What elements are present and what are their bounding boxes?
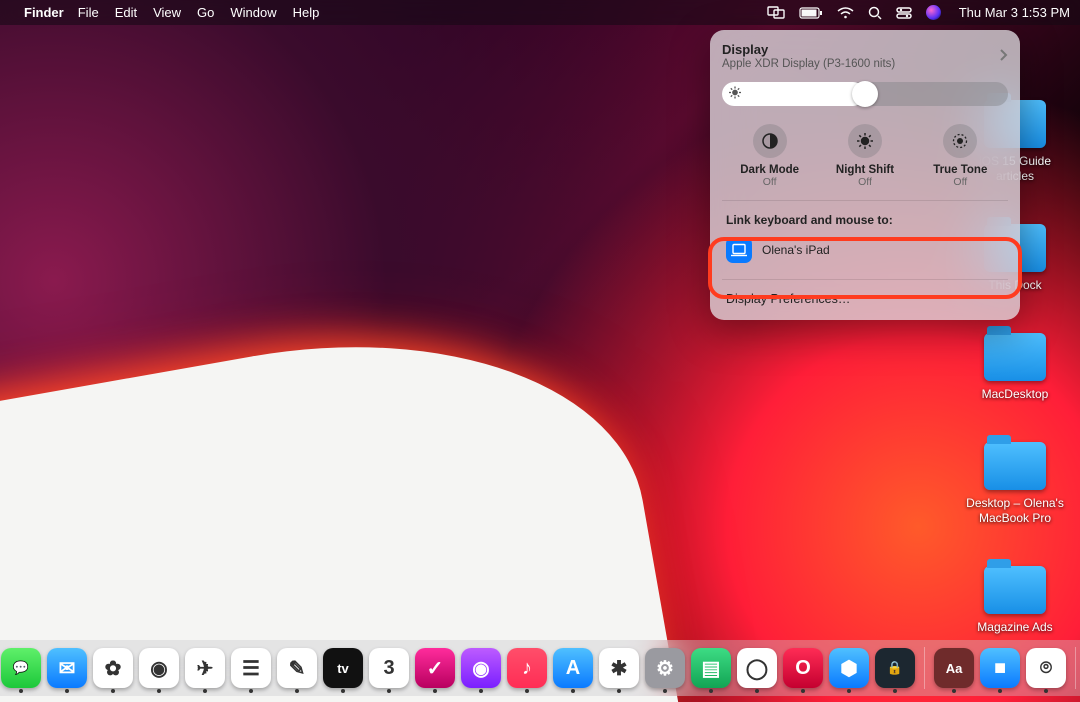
link-device-row[interactable]: Olena's iPad (726, 237, 1004, 269)
dark-mode-icon (753, 124, 787, 158)
universal-control-icon[interactable] (767, 6, 785, 20)
dock-reminders[interactable]: ☰ (231, 648, 271, 688)
dark-mode-state: Off (763, 176, 777, 188)
dock-appstore[interactable]: A (553, 648, 593, 688)
folder-label: Desktop – Olena's MacBook Pro (960, 496, 1070, 526)
dock-separator (1075, 647, 1076, 689)
dock-slack[interactable]: ✱ (599, 648, 639, 688)
brightness-icon (729, 87, 741, 102)
folder-label: Magazine Ads (977, 620, 1052, 635)
display-subtitle: Apple XDR Display (P3-1600 nits) (722, 58, 895, 70)
link-devices-title: Link keyboard and mouse to: (726, 213, 1004, 227)
desktop-folder[interactable]: MacDesktop (960, 333, 1070, 402)
dock-1password[interactable]: 🔒 (875, 648, 915, 688)
dock-chrome[interactable]: ◯ (737, 648, 777, 688)
dock-screenshot[interactable]: ⌾ (1026, 648, 1066, 688)
menu-edit[interactable]: Edit (115, 5, 137, 20)
siri-icon[interactable] (926, 5, 941, 20)
night-shift-toggle[interactable]: Night Shift Off (820, 124, 910, 188)
dock-messages[interactable]: 💬 (1, 648, 41, 688)
app-name[interactable]: Finder (24, 5, 64, 20)
display-control-panel: Display Apple XDR Display (P3-1600 nits)… (710, 30, 1020, 320)
brightness-slider[interactable] (722, 82, 1008, 106)
dock-dropbox[interactable]: ⬢ (829, 648, 869, 688)
true-tone-toggle[interactable]: True Tone Off (915, 124, 1005, 188)
dark-mode-label: Dark Mode (740, 164, 799, 176)
true-tone-icon (943, 124, 977, 158)
night-shift-icon (848, 124, 882, 158)
folder-icon (984, 333, 1046, 381)
ipad-icon (726, 237, 752, 263)
dark-mode-toggle[interactable]: Dark Mode Off (725, 124, 815, 188)
night-shift-state: Off (858, 176, 872, 188)
brightness-knob[interactable] (852, 81, 878, 107)
brightness-fill (722, 82, 865, 106)
dock-appletv[interactable]: tv (323, 648, 363, 688)
spotlight-icon[interactable] (868, 6, 882, 20)
chevron-right-icon[interactable] (999, 48, 1008, 65)
dock: ☺▦💬✉✿◉✈☰✎tv3✓◉♪A✱⚙▤◯O⬢🔒Aa■⌾⬇ (0, 640, 1080, 696)
dock-maps[interactable]: ✈ (185, 648, 225, 688)
true-tone-state: Off (953, 176, 967, 188)
dock-separator (924, 647, 925, 689)
dock-todo[interactable]: ✓ (415, 648, 455, 688)
dock-photos[interactable]: ✿ (93, 648, 133, 688)
display-preferences-link[interactable]: Display Preferences… (722, 280, 1008, 320)
menu-window[interactable]: Window (230, 5, 276, 20)
link-device-name: Olena's iPad (762, 243, 830, 257)
dock-settings[interactable]: ⚙ (645, 648, 685, 688)
menu-file[interactable]: File (78, 5, 99, 20)
dock-calendar[interactable]: 3 (369, 648, 409, 688)
desktop-folder[interactable]: Magazine Ads (960, 566, 1070, 635)
menu-bar: Finder File Edit View Go Window Help Thu… (0, 0, 1080, 25)
menu-view[interactable]: View (153, 5, 181, 20)
dock-music[interactable]: ♪ (507, 648, 547, 688)
night-shift-label: Night Shift (836, 164, 894, 176)
desktop-folder[interactable]: Desktop – Olena's MacBook Pro (960, 442, 1070, 526)
dock-notes[interactable]: ✎ (277, 648, 317, 688)
dock-mail[interactable]: ✉ (47, 648, 87, 688)
dock-zoom[interactable]: ■ (980, 648, 1020, 688)
wifi-icon[interactable] (837, 7, 854, 19)
control-center-icon[interactable] (896, 7, 912, 19)
menu-help[interactable]: Help (293, 5, 320, 20)
menubar-datetime[interactable]: Thu Mar 3 1:53 PM (959, 5, 1070, 20)
dock-numbers[interactable]: ▤ (691, 648, 731, 688)
menu-go[interactable]: Go (197, 5, 214, 20)
folder-label: MacDesktop (982, 387, 1049, 402)
folder-icon (984, 442, 1046, 490)
dock-safari[interactable]: ◉ (139, 648, 179, 688)
true-tone-label: True Tone (933, 164, 987, 176)
dock-podcasts[interactable]: ◉ (461, 648, 501, 688)
dock-dictionary[interactable]: Aa (934, 648, 974, 688)
dock-opera[interactable]: O (783, 648, 823, 688)
battery-icon[interactable] (799, 7, 823, 19)
display-title: Display (722, 42, 895, 57)
folder-icon (984, 566, 1046, 614)
